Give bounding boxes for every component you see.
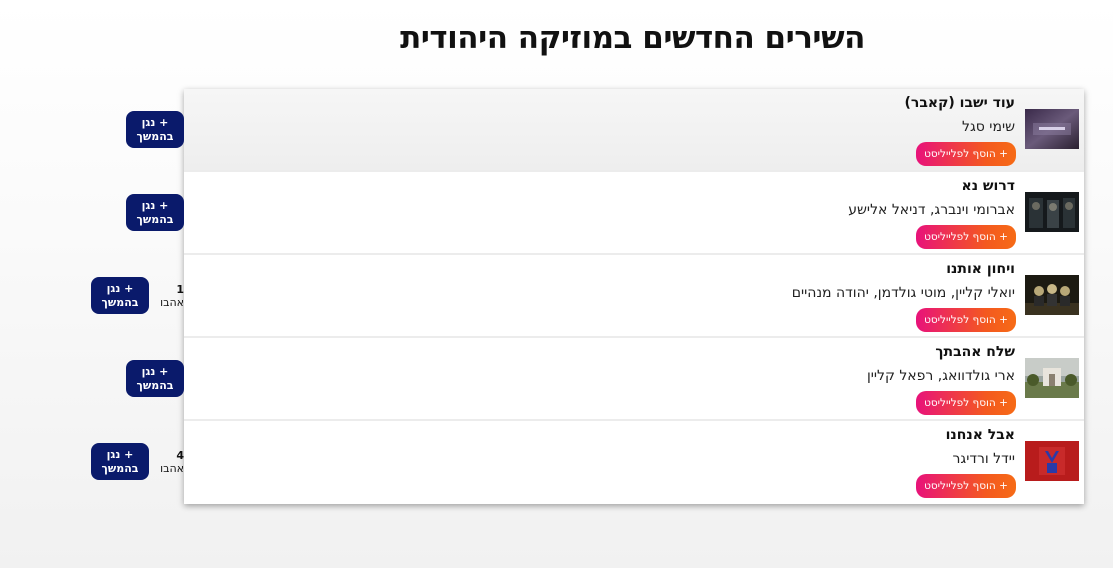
- song-artist[interactable]: ארי גולדוואג, רפאל קליין: [867, 368, 1015, 384]
- song-title[interactable]: עוד ישבו (קאבר): [905, 95, 1015, 111]
- play-next-label: בהמשך: [136, 129, 174, 143]
- purple-text-thumbnail[interactable]: [1025, 109, 1079, 149]
- play-next-label: + נגן: [106, 447, 134, 461]
- song-artist[interactable]: שימי סגל: [962, 119, 1015, 135]
- play-next-button[interactable]: + נגן בהמשך: [91, 277, 149, 314]
- song-title[interactable]: שלח אהבתך: [935, 344, 1015, 360]
- play-next-label: + נגן: [106, 281, 134, 295]
- song-row[interactable]: ויחון אותנו יואלי קליין, מוטי גולדמן, יה…: [184, 255, 1084, 338]
- song-artist[interactable]: יואלי קליין, מוטי גולדמן, יהודה מנהיים: [792, 285, 1015, 301]
- play-next-label: + נגן: [141, 115, 169, 129]
- play-next-label: בהמשך: [101, 295, 139, 309]
- group-poster-thumbnail[interactable]: [1025, 275, 1079, 315]
- play-next-button[interactable]: + נגן בהמשך: [91, 443, 149, 480]
- play-next-label: + נגן: [141, 364, 169, 378]
- dark-group-thumbnail[interactable]: [1025, 192, 1079, 232]
- add-to-playlist-button[interactable]: + הוסף לפלייליסט: [916, 391, 1016, 415]
- play-next-label: בהמשך: [136, 212, 174, 226]
- song-row[interactable]: עוד ישבו (קאבר) שימי סגל + הוסף לפלייליס…: [184, 89, 1084, 172]
- play-next-label: בהמשך: [101, 461, 139, 475]
- add-to-playlist-button[interactable]: + הוסף לפלייליסט: [916, 474, 1016, 498]
- song-title[interactable]: אבל אנחנו: [946, 427, 1015, 443]
- play-next-label: בהמשך: [136, 378, 174, 392]
- song-list: עוד ישבו (קאבר) שימי סגל + הוסף לפלייליס…: [184, 89, 1084, 504]
- like-count-number: 1: [176, 283, 184, 296]
- page-title: השירים החדשים במוזיקה היהודית: [400, 20, 865, 56]
- song-row[interactable]: אבל אנחנו יידל ורדיגר + הוסף לפלייליסט: [184, 421, 1084, 502]
- like-count-label: אהבו: [160, 296, 184, 309]
- like-count-number: 4: [176, 449, 184, 462]
- like-count: 1 אהבו: [158, 283, 184, 309]
- play-next-button[interactable]: + נגן בהמשך: [126, 111, 184, 148]
- like-count-label: אהבו: [160, 462, 184, 475]
- song-title[interactable]: ויחון אותנו: [946, 261, 1015, 277]
- song-row[interactable]: שלח אהבתך ארי גולדוואג, רפאל קליין + הוס…: [184, 338, 1084, 421]
- add-to-playlist-button[interactable]: + הוסף לפלייליסט: [916, 308, 1016, 332]
- song-artist[interactable]: יידל ורדיגר: [953, 451, 1015, 467]
- like-count: 4 אהבו: [158, 449, 184, 475]
- landscape-thumbnail[interactable]: [1025, 358, 1079, 398]
- add-to-playlist-button[interactable]: + הוסף לפלייליסט: [916, 225, 1016, 249]
- song-row[interactable]: דרוש נא אברומי וינברג, דניאל אלישע + הוס…: [184, 172, 1084, 255]
- add-to-playlist-button[interactable]: + הוסף לפלייליסט: [916, 142, 1016, 166]
- song-title[interactable]: דרוש נא: [962, 178, 1016, 194]
- song-artist[interactable]: אברומי וינברג, דניאל אלישע: [848, 202, 1015, 218]
- play-next-button[interactable]: + נגן בהמשך: [126, 194, 184, 231]
- play-next-label: + נגן: [141, 198, 169, 212]
- red-poster-thumbnail[interactable]: [1025, 441, 1079, 481]
- play-next-button[interactable]: + נגן בהמשך: [126, 360, 184, 397]
